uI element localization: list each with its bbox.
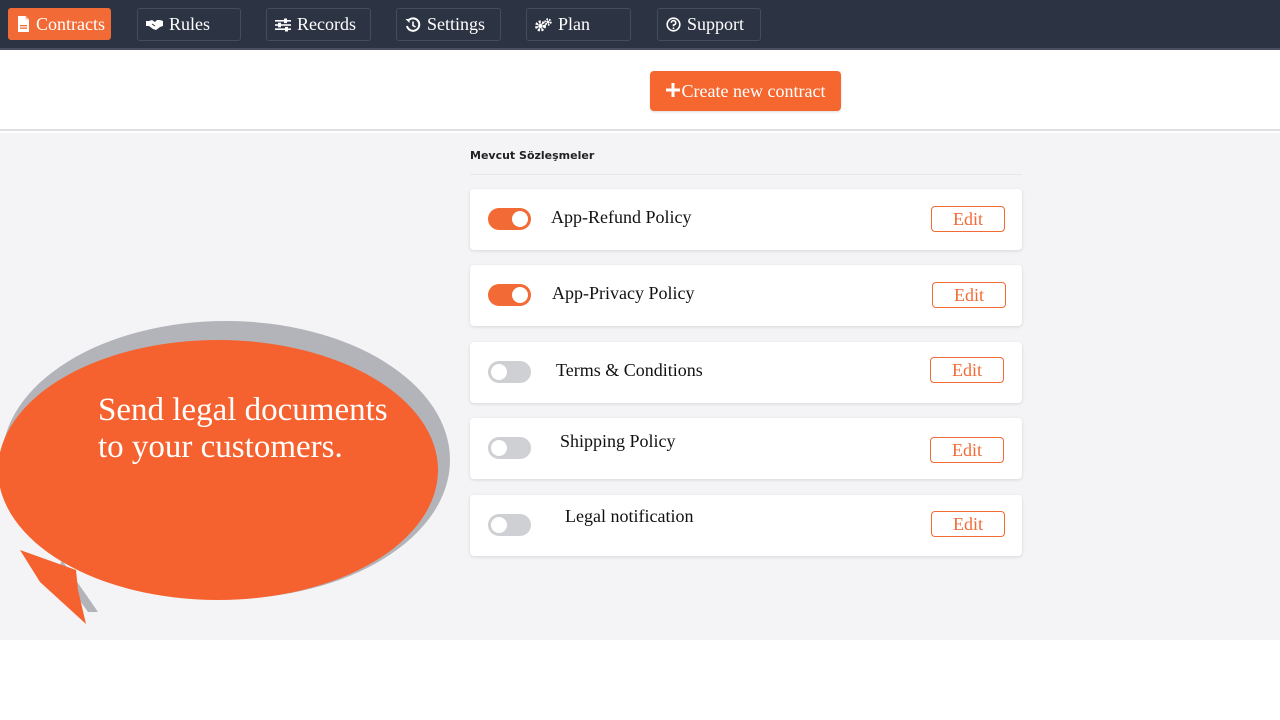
toggle-knob xyxy=(512,287,528,303)
edit-button[interactable]: Edit xyxy=(931,206,1005,232)
nav-settings-button[interactable]: Settings xyxy=(396,8,501,41)
create-new-contract-label: Create new contract xyxy=(681,80,826,101)
contract-toggle[interactable] xyxy=(488,208,531,230)
nav-plan-label: Plan xyxy=(558,14,591,34)
contract-card: Terms & Conditions Edit xyxy=(470,342,1022,403)
plus-icon xyxy=(665,81,680,102)
nav-contracts-button[interactable]: Contracts xyxy=(8,8,111,40)
edit-button[interactable]: Edit xyxy=(931,511,1005,537)
nav-support-label: Support xyxy=(687,14,745,34)
nav-records-button[interactable]: Records xyxy=(266,8,371,41)
edit-button[interactable]: Edit xyxy=(930,357,1004,383)
toggle-knob xyxy=(491,364,507,380)
speech-bubble xyxy=(0,321,450,624)
contract-toggle[interactable] xyxy=(488,437,531,459)
nav-rules-button[interactable]: Rules xyxy=(137,8,241,41)
edit-button[interactable]: Edit xyxy=(930,437,1004,463)
nav-contracts-label: Contracts xyxy=(36,13,105,34)
contract-card: App-Refund Policy Edit xyxy=(470,189,1022,250)
nav-rules-label: Rules xyxy=(169,14,211,34)
contract-toggle[interactable] xyxy=(488,514,531,536)
contract-card: Shipping Policy Edit xyxy=(470,418,1022,479)
contract-name: Terms & Conditions xyxy=(556,360,703,380)
nav-settings-label: Settings xyxy=(427,14,486,34)
contract-card: Legal notification Edit xyxy=(470,495,1022,556)
toggle-knob xyxy=(491,440,507,456)
history-icon xyxy=(405,16,421,33)
page-header: Create new contract xyxy=(0,52,1280,131)
toggle-knob xyxy=(491,517,507,533)
handshake-icon xyxy=(146,19,163,31)
nav-plan-button[interactable]: Plan xyxy=(526,8,631,41)
contract-name: Shipping Policy xyxy=(560,431,676,451)
section-title: Mevcut Sözleşmeler xyxy=(470,149,595,162)
cogs-icon xyxy=(535,17,552,32)
contract-toggle[interactable] xyxy=(488,284,531,306)
nav-support-button[interactable]: Support xyxy=(657,8,761,41)
contract-name: Legal notification xyxy=(565,506,694,526)
edit-button[interactable]: Edit xyxy=(932,282,1006,308)
section-divider xyxy=(470,174,1022,175)
contract-card: App-Privacy Policy Edit xyxy=(470,265,1022,326)
create-new-contract-button[interactable]: Create new contract xyxy=(650,71,841,111)
contract-name: App-Privacy Policy xyxy=(552,283,695,303)
sliders-icon xyxy=(275,18,291,32)
contract-name: App-Refund Policy xyxy=(551,207,692,227)
top-navigation-bar: Contracts Rules Records Settings Plan Su… xyxy=(0,0,1280,50)
contract-toggle[interactable] xyxy=(488,361,531,383)
question-circle-icon xyxy=(666,17,681,32)
nav-records-label: Records xyxy=(297,14,356,34)
document-icon xyxy=(17,16,30,32)
toggle-knob xyxy=(512,211,528,227)
promo-text: Send legal documents to your customers. xyxy=(98,392,388,465)
